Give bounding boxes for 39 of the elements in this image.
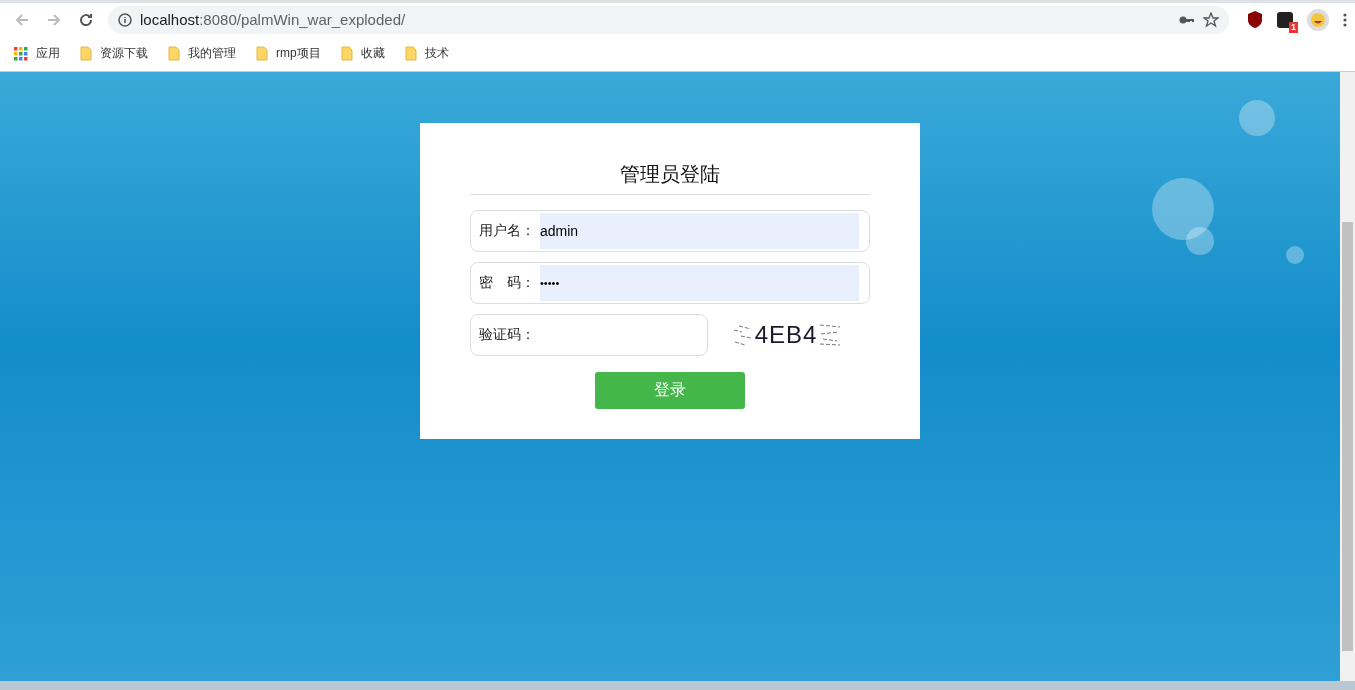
bookmark-item[interactable]: 技术 bbox=[404, 45, 449, 62]
url-text: localhost:8080/palmWin_war_exploded/ bbox=[140, 11, 407, 28]
bubble bbox=[1239, 100, 1275, 136]
star-icon[interactable] bbox=[1203, 11, 1219, 28]
folder-icon bbox=[404, 46, 417, 61]
field-label: 密 码： bbox=[479, 274, 536, 292]
field-label: 用户名： bbox=[479, 222, 536, 240]
folder-icon bbox=[80, 46, 92, 61]
emoji-avatar-icon[interactable] bbox=[1307, 8, 1329, 31]
folder-icon bbox=[256, 46, 268, 61]
folder-icon bbox=[168, 46, 180, 61]
forward-arrow-icon bbox=[46, 11, 62, 28]
apps-grid-icon bbox=[14, 46, 28, 61]
input-field[interactable]: 用户名： admin bbox=[470, 210, 870, 252]
bookmark-item[interactable]: 应用 bbox=[14, 45, 60, 62]
login-title: 管理员登陆 bbox=[470, 161, 870, 195]
address-bar[interactable]: localhost:8080/palmWin_war_exploded/ bbox=[108, 5, 1229, 34]
reload-icon bbox=[78, 11, 94, 28]
info-icon bbox=[118, 12, 132, 27]
captcha-code: 4EB4 bbox=[754, 321, 818, 349]
scrollbar-thumb[interactable] bbox=[1342, 222, 1353, 651]
menu-icon[interactable] bbox=[1343, 12, 1347, 27]
captcha-image[interactable]: 4EB4 bbox=[728, 318, 846, 352]
bookmark-item[interactable]: 资源下载 bbox=[80, 45, 148, 62]
captcha-input-field[interactable]: 验证码： bbox=[470, 314, 708, 356]
bookmark-item[interactable]: 收藏 bbox=[340, 45, 385, 62]
shield-icon[interactable] bbox=[1247, 11, 1263, 28]
bookmark-item[interactable]: 我的管理 bbox=[168, 45, 236, 62]
input-field[interactable]: 密 码： ••••• bbox=[470, 262, 870, 304]
noise-lines-drawing bbox=[819, 322, 842, 348]
notification-badge: 1 bbox=[1289, 21, 1298, 33]
extension-icon[interactable] bbox=[1277, 11, 1293, 28]
bubble bbox=[1286, 246, 1304, 264]
back-arrow-icon bbox=[14, 11, 30, 28]
folder-icon bbox=[340, 46, 353, 61]
key-icon[interactable] bbox=[1179, 14, 1195, 25]
bookmark-item[interactable]: rmp项目 bbox=[256, 45, 321, 62]
field-label: 验证码： bbox=[479, 326, 536, 344]
noise-lines-drawing bbox=[732, 322, 753, 348]
